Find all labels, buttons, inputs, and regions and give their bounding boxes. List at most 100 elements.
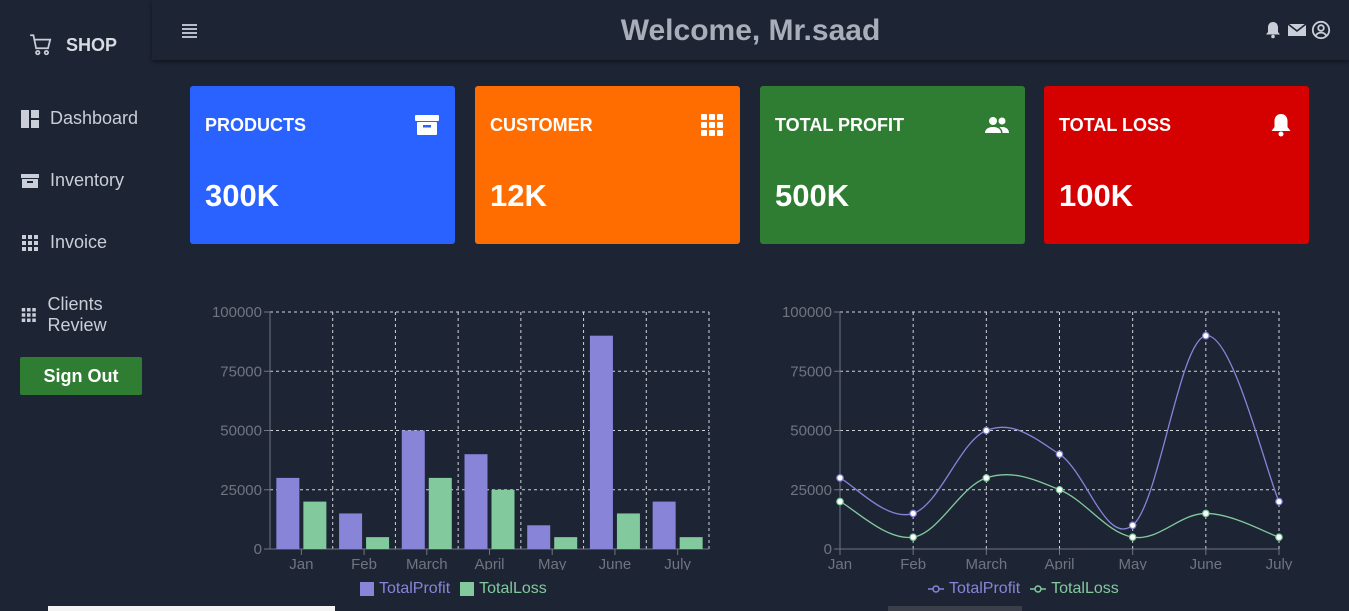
- grid-icon: [22, 234, 38, 251]
- legend-swatch-profit: [360, 582, 374, 596]
- point-profit: [1275, 497, 1283, 506]
- cart-icon: [30, 34, 52, 56]
- x-tick-label: Jan: [289, 556, 313, 570]
- y-tick-label: 50000: [790, 423, 832, 440]
- stat-card-total-profit[interactable]: TOTAL PROFIT 500K: [760, 86, 1025, 244]
- bar-loss: [428, 477, 452, 549]
- bar-profit: [527, 525, 551, 549]
- x-tick-label: Jan: [828, 556, 852, 570]
- archive-icon: [21, 173, 39, 188]
- card-value: 12K: [490, 178, 547, 213]
- x-tick-label: April: [1044, 556, 1074, 570]
- bottom-strip: [888, 606, 1022, 611]
- bar-loss: [554, 537, 578, 549]
- sidebar-item-clients-review[interactable]: Clients Review: [20, 294, 152, 336]
- x-tick-label: July: [1266, 556, 1293, 570]
- sidebar-item-label: Inventory: [50, 170, 125, 190]
- x-tick-label: May: [1118, 556, 1147, 570]
- grid-icon: [21, 307, 36, 323]
- x-tick-label: March: [965, 556, 1007, 570]
- line-chart-svg: 0250005000075000100000Jan Feb March April Ma…: [782, 304, 1293, 573]
- sidebar-item-inventory[interactable]: Inventory: [20, 170, 124, 191]
- card-label: PRODUCTS: [205, 115, 307, 135]
- legend-item-profit[interactable]: TotalProfit: [928, 580, 1020, 598]
- legend-item-loss[interactable]: TotalLoss: [1030, 580, 1119, 598]
- point-loss: [982, 474, 991, 482]
- bar-profit: [339, 513, 363, 549]
- brand-label: SHOP: [66, 34, 118, 55]
- y-tick-label: 0: [254, 541, 262, 558]
- sidebar-item-invoice[interactable]: Invoice: [20, 232, 107, 253]
- card-value: 100K: [1059, 178, 1134, 213]
- point-profit: [909, 509, 917, 518]
- legend-line-marker-loss: [1030, 585, 1047, 593]
- card-label: TOTAL LOSS: [1059, 115, 1172, 135]
- legend-label: TotalLoss: [479, 580, 547, 597]
- point-loss: [1055, 485, 1064, 494]
- app-root: SHOP Dashboard Inventory Invoice Clients…: [0, 0, 1349, 611]
- bar-chart: 0 25000 50000 75000 100000 Jan Feb March April Ma…: [190, 295, 730, 605]
- bar-chart-svg: 0 25000 50000 75000 100000 Jan Feb March April Ma…: [212, 304, 710, 573]
- line-chart-legend: TotalProfit TotalLoss: [928, 580, 1119, 598]
- archive-icon: [415, 115, 439, 135]
- legend-label: TotalProfit: [949, 580, 1021, 597]
- brand[interactable]: SHOP: [28, 30, 117, 60]
- sidebar-item-label: Invoice: [50, 232, 108, 252]
- bar-loss: [616, 513, 640, 549]
- bar-profit: [401, 430, 425, 549]
- legend-label: TotalLoss: [1051, 580, 1119, 597]
- bar-loss: [679, 537, 703, 549]
- sidebar-item-label: Dashboard: [50, 108, 139, 128]
- sidebar: SHOP Dashboard Inventory Invoice Clients…: [0, 0, 152, 611]
- apps-icon: [701, 114, 723, 136]
- bar-profit: [652, 501, 676, 549]
- bell-icon: [1271, 114, 1291, 137]
- bar-loss: [366, 537, 390, 549]
- card-value: 300K: [205, 178, 280, 213]
- bar-profit: [589, 335, 613, 549]
- header: Welcome, Mr.saad: [152, 0, 1349, 60]
- bar-chart-legend: TotalProfit TotalLoss: [360, 580, 547, 598]
- x-tick-label: April: [474, 556, 504, 570]
- bar-profit: [276, 477, 300, 549]
- stat-card-customer[interactable]: CUSTOMER 12K: [475, 86, 740, 244]
- stat-card-products[interactable]: PRODUCTS 300K: [190, 86, 455, 244]
- dashboard-icon: [21, 109, 39, 128]
- bottom-strip: [48, 606, 335, 611]
- y-tick-label: 25000: [220, 482, 262, 499]
- point-profit: [1202, 331, 1210, 340]
- y-tick-label: 100000: [782, 304, 832, 321]
- legend-item-loss[interactable]: TotalLoss: [460, 580, 547, 598]
- line-chart: 0 25000 50000 75000 100000 Jan Feb March April Ma…: [760, 295, 1320, 605]
- bar-loss: [491, 489, 515, 549]
- stat-card-total-loss[interactable]: TOTAL LOSS 100K: [1044, 86, 1309, 244]
- x-tick-label: July: [664, 556, 691, 570]
- sidebar-item-dashboard[interactable]: Dashboard: [20, 108, 138, 129]
- legend-item-profit[interactable]: TotalProfit: [360, 580, 450, 598]
- point-profit: [836, 474, 844, 482]
- sidebar-item-label: Clients Review: [47, 294, 107, 335]
- bar-loss: [303, 501, 327, 549]
- header-icons: [1263, 20, 1331, 40]
- card-value: 500K: [775, 178, 850, 213]
- point-loss: [909, 533, 917, 541]
- point-profit: [1128, 521, 1137, 530]
- x-tick-label: June: [599, 556, 632, 570]
- bell-icon[interactable]: [1263, 20, 1283, 40]
- x-tick-label: June: [1190, 556, 1223, 570]
- mail-icon[interactable]: [1287, 20, 1307, 40]
- card-label: CUSTOMER: [490, 115, 593, 135]
- x-tick-label: May: [538, 556, 567, 570]
- x-tick-label: March: [406, 556, 448, 570]
- page-title: Welcome, Mr.saad: [620, 14, 881, 47]
- point-loss: [1128, 533, 1137, 541]
- card-label: TOTAL PROFIT: [775, 115, 904, 135]
- sign-out-button[interactable]: Sign Out: [20, 357, 142, 395]
- point-profit: [1055, 450, 1064, 459]
- user-circle-icon[interactable]: [1311, 20, 1331, 40]
- people-icon: [985, 117, 1009, 133]
- legend-label: TotalProfit: [379, 580, 451, 597]
- y-tick-label: 100000: [212, 304, 262, 321]
- point-profit: [982, 426, 991, 435]
- y-tick-label: 75000: [790, 363, 832, 380]
